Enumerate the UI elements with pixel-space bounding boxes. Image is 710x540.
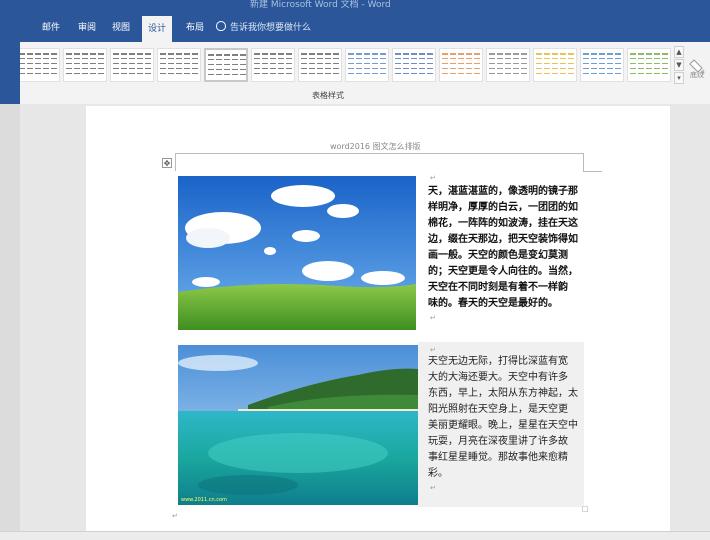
text-line: 的；天空更是令人向往的。当然， [428,266,578,277]
table-resize-handle-icon[interactable]: □ [582,505,589,513]
text-line: 味的。春天的天空是最好的。 [428,298,558,309]
tab-review[interactable]: 审阅 [78,18,96,38]
text-line: 样明净，厚厚的白云，一团团的如 [428,202,578,213]
tell-me-text: 告诉我你想要做什么 [230,23,312,33]
table-style-swatch[interactable] [16,48,60,82]
text-line: 棉花，一阵阵的如波涛，挂在天这 [428,218,578,229]
table-style-swatch[interactable] [392,48,436,82]
paragraph-mark: ↵ [430,174,436,182]
text-line: 事红星星睡觉。那故事他来愈精 [428,452,568,463]
table-style-swatch[interactable] [204,48,248,82]
window-title: 新建 Microsoft Word 文档 - Word [250,0,391,10]
table-style-swatch[interactable] [627,48,671,82]
text-line: 天，湛蓝湛蓝的，像透明的镜子那 [428,186,578,197]
paragraph-mark: ↵ [430,314,436,322]
row1-text[interactable]: 天，湛蓝湛蓝的，像透明的镜子那 样明净，厚厚的白云，一团团的如 棉花，一阵阵的如波涛… [428,184,583,312]
text-line: 美丽更耀眼。晚上，星星在天空中 [428,420,578,431]
table-style-swatch[interactable] [63,48,107,82]
title-bar: 新建 Microsoft Word 文档 - Word 用 邮件 审阅 视图 设… [0,0,710,42]
table-style-swatch[interactable] [580,48,624,82]
text-line: 大的大海还要大。天空中有许多 [428,372,568,383]
gallery-up-button[interactable]: ▲ [674,46,684,58]
shading-icon[interactable] [688,46,710,90]
table-style-swatch[interactable] [486,48,530,82]
shading-label: 底纹 [690,71,704,79]
page-header-text[interactable]: word2016 图文怎么排版 [330,141,421,152]
text-line: 阳光照射在天空身上，是天空更 [428,404,568,415]
table-style-swatch[interactable] [533,48,577,82]
row2-text[interactable]: 天空无边无际，打得比深蓝有宽 大的大海还要大。天空中有许多 东西，早上，太阳从东方神… [428,354,583,482]
header-corner-mark [175,153,176,171]
tab-mailings[interactable]: 邮件 [42,18,60,38]
table-style-swatch[interactable] [157,48,201,82]
tell-me-box[interactable]: 告诉我你想要做什么 [216,18,311,38]
table-style-swatch[interactable] [298,48,342,82]
text-line: 画一般。天空的颜色是变幻莫测 [428,250,568,261]
text-line: 彩。 [428,468,448,479]
text-line: 玩耍，月亮在深夜里讲了许多故 [428,436,568,447]
table-style-swatch[interactable] [110,48,154,82]
gallery-scroll: ▲ ▼ ▾ [674,46,684,86]
ribbon-design: ▲ ▼ ▾ 底纹 表格样式 [0,42,710,105]
tab-view[interactable]: 视图 [112,18,130,38]
lightbulb-icon [216,21,226,31]
text-line: 边，缀在天那边，把天空装饰得如 [428,234,578,245]
sky-grass-image[interactable] [178,176,416,330]
table-move-handle-icon[interactable]: ✥ [162,158,172,168]
paragraph-mark: ↵ [430,346,436,354]
text-line: 天空在不同时刻是有着不一样韵 [428,282,568,293]
header-divider [175,153,583,154]
gallery-more-button[interactable]: ▾ [674,72,684,84]
table-style-swatch[interactable] [439,48,483,82]
header-corner-mark-right [583,153,602,172]
tab-design[interactable]: 设计 [142,16,173,42]
text-line: 东西，早上，太阳从东方神起，太 [428,388,578,399]
table-styles-group-label: 表格样式 [312,91,344,100]
tab-layout[interactable]: 布局 [186,18,204,38]
text-line: 天空无边无际，打得比深蓝有宽 [428,356,568,367]
image-caption: www.2011.cn.com [181,497,227,503]
table-style-swatch[interactable] [251,48,295,82]
table-style-swatch[interactable] [345,48,389,82]
paragraph-mark: ↵ [430,484,436,492]
island-sea-image[interactable]: www.2011.cn.com [178,345,418,505]
gallery-down-button[interactable]: ▼ [674,59,684,71]
paragraph-mark: ↵ [172,512,178,520]
left-gray-edge [0,104,20,531]
table-styles-gallery [16,46,672,86]
